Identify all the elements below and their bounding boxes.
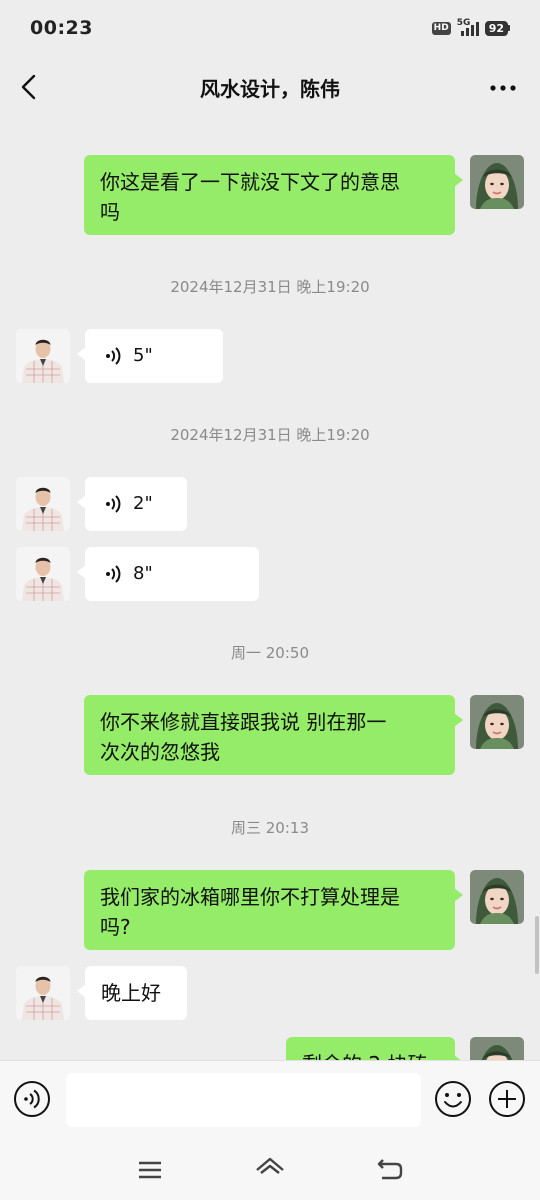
my-avatar[interactable] <box>470 870 524 924</box>
voice-toggle-button[interactable] <box>13 1080 51 1118</box>
message-bubble-sent[interactable]: 我们家的冰箱哪里你不打算处理是 吗? <box>84 870 463 950</box>
hd-icon: HD <box>431 21 451 35</box>
more-functions-button[interactable] <box>488 1080 526 1118</box>
back-icon <box>21 74 36 100</box>
system-nav-bar <box>0 1140 540 1200</box>
status-bar: 00:23 HD 5G 92 <box>0 0 540 56</box>
voice-wave-icon <box>106 495 121 513</box>
voice-duration: 2" <box>133 493 153 514</box>
back-nav-button[interactable] <box>374 1154 406 1184</box>
scroll-indicator[interactable] <box>535 916 539 974</box>
input-bar <box>0 1060 540 1140</box>
system-icons: HD 5G 92 <box>431 18 510 36</box>
emoji-button[interactable] <box>434 1080 472 1118</box>
back-button[interactable] <box>14 70 46 104</box>
more-button[interactable] <box>488 74 518 102</box>
plus-icon <box>489 1081 525 1117</box>
status-time: 00:23 <box>30 17 93 39</box>
message-bubble-sent[interactable]: 你不来修就直接跟我说 别在那一 次次的忽悠我 <box>84 695 463 775</box>
my-avatar[interactable] <box>470 695 524 749</box>
battery-icon: 92 <box>484 20 510 36</box>
voice-duration: 5" <box>133 345 153 366</box>
contact-avatar[interactable] <box>16 547 70 601</box>
message-input[interactable] <box>66 1073 421 1127</box>
timestamp: 2024年12月31日 晚上19:20 <box>170 278 370 296</box>
my-avatar[interactable] <box>470 155 524 209</box>
contact-avatar[interactable] <box>16 329 70 383</box>
voice-wave-icon <box>106 565 121 583</box>
recent-apps-button[interactable] <box>135 1156 165 1184</box>
more-icon <box>490 85 516 91</box>
my-avatar[interactable] <box>470 1037 524 1060</box>
battery-level: 92 <box>484 20 508 36</box>
contact-avatar[interactable] <box>16 477 70 531</box>
chat-title: 风水设计，陈伟 <box>200 76 340 101</box>
voice-toggle-icon <box>14 1081 50 1117</box>
message-bubble-received[interactable]: 晚上好 <box>77 966 187 1020</box>
message-bubble-sent[interactable]: 剩余的 2 块砖 <box>286 1037 463 1060</box>
chat-header: 风水设计，陈伟 <box>0 56 540 118</box>
voice-wave-icon <box>106 347 121 365</box>
emoji-icon <box>435 1081 471 1117</box>
home-button[interactable] <box>254 1154 286 1184</box>
voice-duration: 8" <box>133 563 153 584</box>
message-bubble-sent[interactable]: 你这是看了一下就没下文了的意思 吗 <box>84 155 463 235</box>
timestamp: 周一 20:50 <box>231 644 309 662</box>
voice-message[interactable]: 2" <box>77 477 187 531</box>
back-nav-icon <box>377 1159 403 1180</box>
timestamp: 2024年12月31日 晚上19:20 <box>170 426 370 444</box>
signal-icon: 5G <box>457 18 479 36</box>
contact-avatar[interactable] <box>16 966 70 1020</box>
chat-area[interactable]: 你这是看了一下就没下文了的意思 吗 2024年12月31日 晚上19:20 5"… <box>0 118 540 1060</box>
voice-message[interactable]: 8" <box>77 547 259 601</box>
home-icon <box>256 1157 284 1174</box>
menu-icon <box>139 1161 161 1179</box>
timestamp: 周三 20:13 <box>231 819 309 837</box>
voice-message[interactable]: 5" <box>77 329 223 383</box>
